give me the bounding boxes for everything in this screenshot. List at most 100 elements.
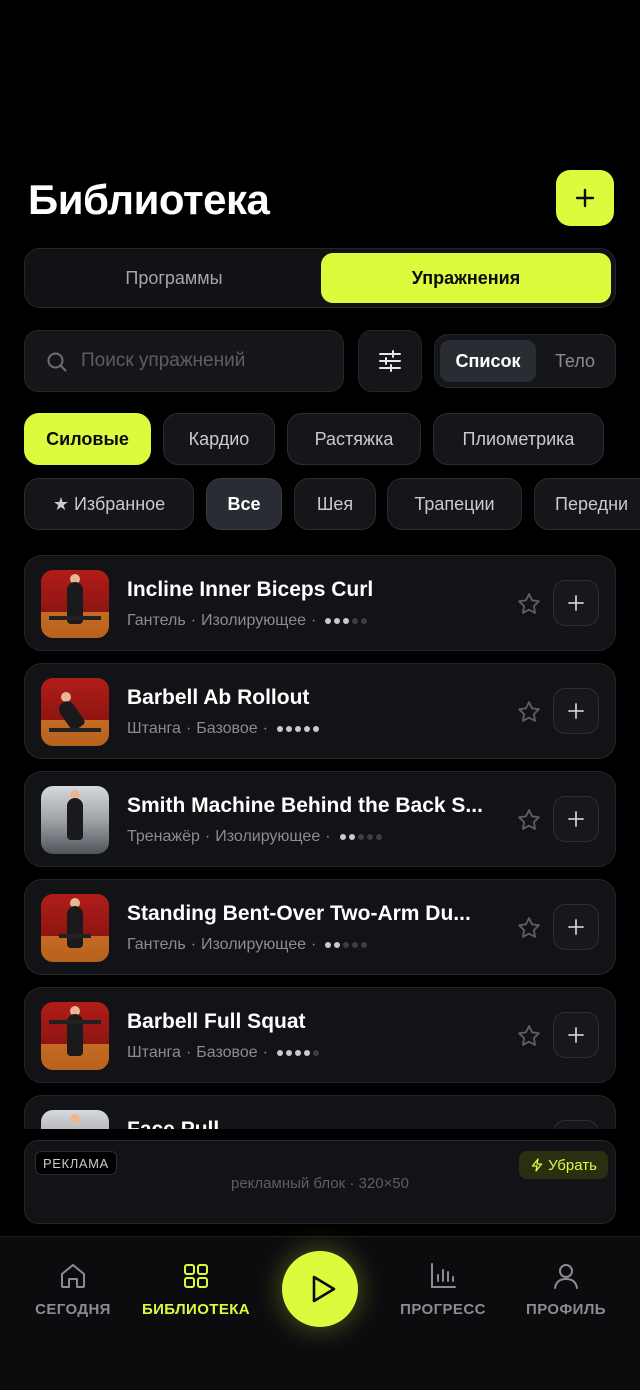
difficulty-dot [361, 942, 368, 948]
category-chip-stretching[interactable]: Растяжка [287, 413, 421, 465]
difficulty-dot [285, 726, 292, 732]
exercise-list: Incline Inner Biceps Curl Гантель · Изолир… [0, 555, 640, 1129]
exercise-name: Barbell Ab Rollout [127, 686, 310, 709]
exercise-type: Изолирующее [201, 936, 306, 953]
add-exercise-button[interactable] [553, 1012, 599, 1058]
add-exercise-button[interactable] [553, 688, 599, 734]
exercise-meta: Штанга · Базовое · [127, 1044, 319, 1062]
category-chip-cardio[interactable]: Кардио [163, 413, 275, 465]
home-icon [61, 1264, 85, 1288]
nav-progress-label: ПРОГРЕСС [400, 1301, 486, 1318]
difficulty-dot [325, 618, 332, 624]
muscle-chip-traps[interactable]: Трапеции [387, 478, 522, 530]
plus-icon [568, 595, 584, 611]
nav-library-label: БИБЛИОТЕКА [141, 1301, 251, 1318]
category-chip-plyometrics[interactable]: Плиометрика [433, 413, 604, 465]
bottom-nav: СЕГОДНЯ БИБЛИОТЕКА ПРОГРЕСС ПРОФИЛЬ [0, 1236, 640, 1390]
nav-profile[interactable]: ПРОФИЛЬ [502, 1261, 630, 1331]
lightning-icon [531, 1158, 543, 1172]
nav-library[interactable]: БИБЛИОТЕКА [132, 1261, 260, 1331]
muscle-chip-all[interactable]: Все [206, 478, 282, 530]
exercise-type: Изолирующее [201, 612, 306, 629]
difficulty-dots [339, 834, 382, 840]
grid-icon [184, 1264, 208, 1288]
exercise-thumbnail [41, 570, 109, 638]
header: Библиотека [0, 0, 640, 240]
exercise-type: Базовое [196, 720, 258, 737]
muscle-chip-favorites[interactable]: ★ Избранное [24, 478, 194, 530]
difficulty-dot [361, 618, 368, 624]
nav-today-label: СЕГОДНЯ [35, 1301, 111, 1318]
search-input[interactable] [81, 331, 336, 391]
exercise-card[interactable]: Barbell Full Squat Штанга · Базовое · [24, 987, 616, 1083]
exercise-card[interactable]: Standing Bent-Over Two-Arm Du... Гантель… [24, 879, 616, 975]
exercise-name: Barbell Full Squat [127, 1010, 306, 1033]
muscle-chip-front[interactable]: Передни [534, 478, 640, 530]
star-icon [518, 809, 540, 830]
tab-exercises[interactable]: Упражнения [321, 253, 611, 303]
exercise-card[interactable]: Smith Machine Behind the Back S... Трена… [24, 771, 616, 867]
difficulty-dot [366, 834, 373, 840]
exercise-name: Smith Machine Behind the Back S... [127, 794, 483, 817]
exercise-type: Изолирующее [215, 828, 321, 845]
star-icon [518, 1025, 540, 1046]
category-chip-strength[interactable]: Силовые [24, 413, 151, 465]
page-title: Библиотека [28, 176, 270, 223]
plus-icon [568, 919, 584, 935]
star-icon [518, 701, 540, 722]
nav-today[interactable]: СЕГОДНЯ [9, 1261, 137, 1331]
plus-icon [568, 703, 584, 719]
exercise-equipment: Тренажёр [127, 828, 200, 845]
exercise-card[interactable]: Face Pull [24, 1095, 616, 1129]
exercise-equipment: Штанга [127, 1044, 181, 1061]
filter-button[interactable] [358, 330, 422, 392]
view-list-option[interactable]: Список [440, 340, 536, 382]
difficulty-dot [339, 834, 346, 840]
difficulty-dot [343, 618, 350, 624]
add-exercise-button[interactable] [553, 580, 599, 626]
plus-icon [568, 1027, 584, 1043]
exercise-equipment: Гантель [127, 612, 186, 629]
difficulty-dot [334, 618, 341, 624]
add-exercise-button[interactable] [553, 796, 599, 842]
favorite-button[interactable] [515, 590, 545, 620]
exercise-card[interactable]: Incline Inner Biceps Curl Гантель · Изолир… [24, 555, 616, 651]
exercise-thumbnail [41, 678, 109, 746]
add-exercise-button[interactable] [553, 904, 599, 950]
exercise-thumbnail [41, 894, 109, 962]
remove-ads-label: Убрать [548, 1156, 597, 1174]
start-workout-button[interactable] [282, 1251, 358, 1327]
exercise-equipment: Штанга [127, 720, 181, 737]
favorite-button[interactable] [515, 806, 545, 836]
difficulty-dots [325, 618, 368, 624]
difficulty-dot [294, 1050, 301, 1056]
star-icon [518, 593, 540, 614]
difficulty-dot [276, 726, 283, 732]
difficulty-dot [325, 942, 332, 948]
add-exercise-button[interactable] [553, 1120, 599, 1129]
add-button[interactable] [556, 170, 614, 226]
exercise-name: Face Pull [127, 1118, 499, 1129]
favorite-button[interactable] [515, 914, 545, 944]
favorite-button[interactable] [515, 1022, 545, 1052]
favorite-button[interactable] [515, 698, 545, 728]
difficulty-dots [276, 1050, 319, 1056]
ad-placeholder: рекламный блок · 320×50 [231, 1175, 409, 1192]
plus-icon [575, 188, 595, 208]
view-body-option[interactable]: Тело [539, 340, 611, 382]
exercise-meta: Тренажёр · Изолирующее · [127, 828, 382, 846]
nav-progress[interactable]: ПРОГРЕСС [379, 1261, 507, 1331]
difficulty-dot [303, 726, 310, 732]
exercise-card[interactable]: Barbell Ab Rollout Штанга · Базовое · [24, 663, 616, 759]
difficulty-dot [348, 834, 355, 840]
difficulty-dot [334, 942, 341, 948]
sliders-icon [379, 350, 401, 372]
play-icon [312, 1275, 336, 1303]
tab-programs[interactable]: Программы [29, 253, 319, 303]
difficulty-dot [357, 834, 364, 840]
difficulty-dot [312, 1050, 319, 1056]
difficulty-dot [352, 618, 359, 624]
exercise-meta: Гантель · Изолирующее · [127, 612, 368, 630]
difficulty-dot [375, 834, 382, 840]
muscle-chip-neck[interactable]: Шея [294, 478, 376, 530]
